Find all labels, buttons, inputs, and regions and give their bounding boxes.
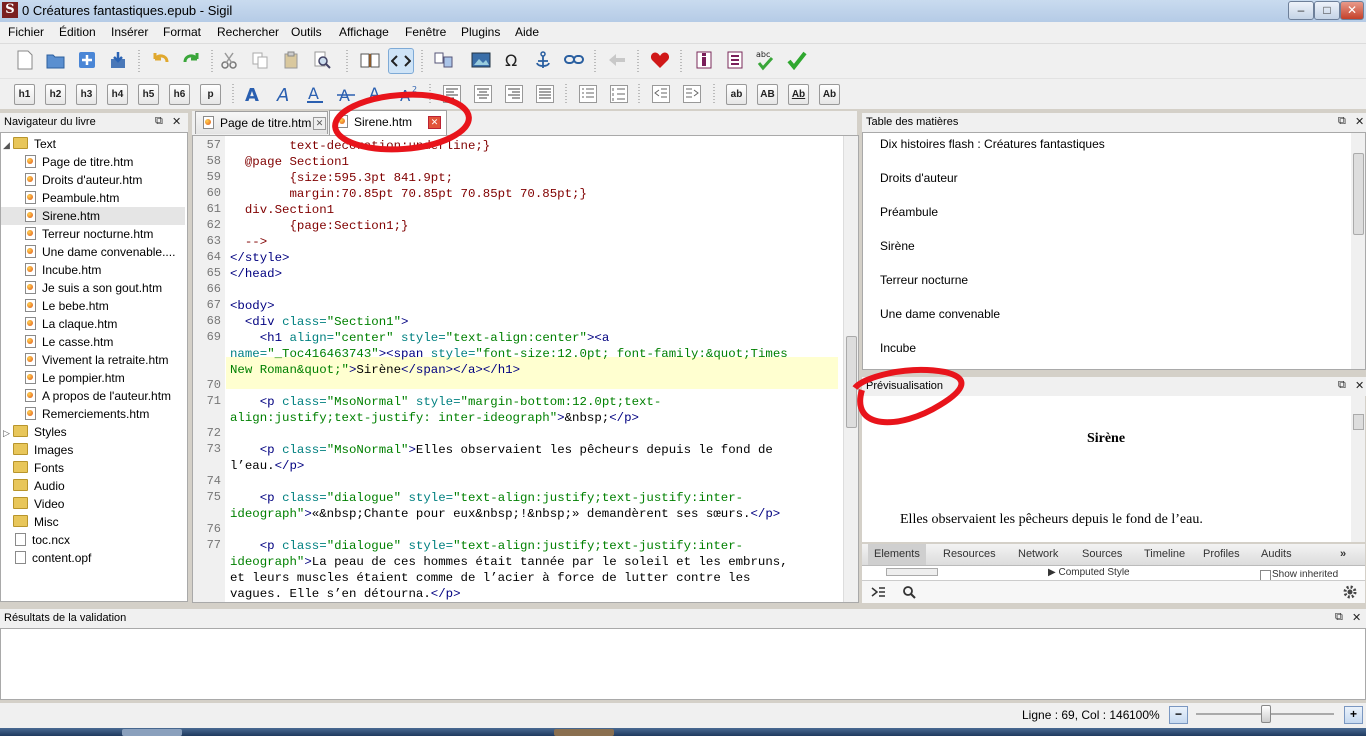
red-annotation-overlay [332, 91, 965, 426]
annotation-circle-preview [852, 367, 965, 426]
annotation-circle-tab [332, 91, 472, 153]
